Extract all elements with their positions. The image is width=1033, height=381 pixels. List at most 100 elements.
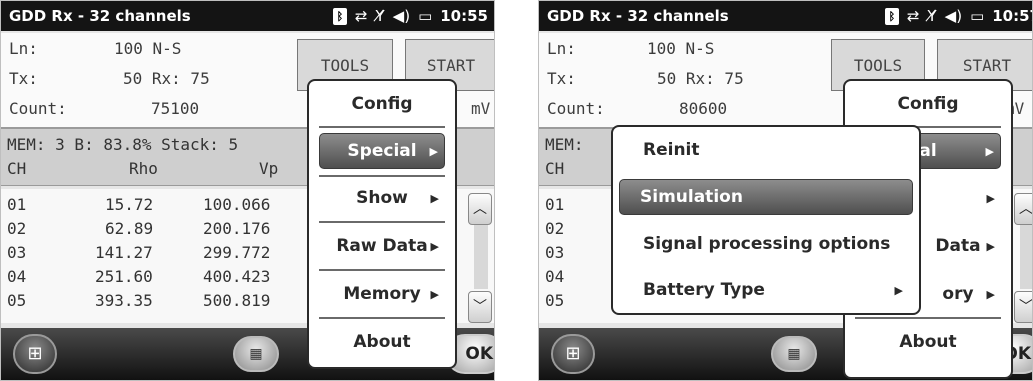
battery-icon: ▭ [418, 7, 433, 25]
chevron-right-icon: ▶ [430, 191, 439, 205]
tx-value: 50 Rx: 75 [657, 69, 744, 88]
scrollbar-track[interactable] [1020, 225, 1032, 289]
windows-start-button[interactable]: ⊞ [551, 334, 595, 374]
menu-item-label: Memory [343, 284, 421, 304]
row-vp: 500.819 [203, 291, 271, 310]
sync-icon: ⇄ [354, 7, 368, 25]
chevron-right-icon: ▶ [986, 287, 995, 301]
scroll-down-button[interactable]: ﹀ [468, 291, 492, 323]
chevron-right-icon: ▶ [986, 191, 995, 205]
status-bar: GDD Rx - 32 channels ᛒ ⇄ Y̸ ◀) ▭ 10:57 [539, 1, 1032, 31]
row-ch: 03 [7, 243, 27, 262]
tools-menu: Config Special ▶ Show ▶ Raw Data ▶ Memor… [307, 79, 457, 369]
row-vp: 299.772 [203, 243, 271, 262]
ln-label: Ln: [547, 39, 576, 58]
speaker-icon: ◀) [392, 7, 411, 25]
ln-label: Ln: [9, 39, 38, 58]
menu-item-label: Battery Type [643, 280, 765, 300]
submenu-item-battery-type[interactable]: Battery Type ▶ [623, 273, 909, 307]
menu-separator [319, 317, 445, 319]
menu-item-config[interactable]: Config [319, 87, 445, 121]
menu-separator [319, 175, 445, 177]
row-rho: 393.35 [95, 291, 153, 310]
menu-separator [319, 269, 445, 271]
battery-icon: ▭ [970, 7, 985, 25]
mv-label: mV [471, 99, 491, 118]
column-header-ch: CH [545, 159, 565, 178]
tx-label: Tx: [9, 69, 38, 88]
menu-item-raw-data[interactable]: Raw Data ▶ [319, 229, 445, 263]
chevron-right-icon: ▶ [429, 144, 438, 158]
tx-label: Tx: [547, 69, 576, 88]
row-ch: 05 [545, 291, 565, 310]
chevron-right-icon: ▶ [430, 287, 439, 301]
status-bar: GDD Rx - 32 channels ᛒ ⇄ Y̸ ◀) ▭ 10:55 [1, 1, 494, 31]
memory-summary: MEM: [545, 135, 584, 154]
menu-item-label: Data [935, 236, 981, 256]
device-screen-right: GDD Rx - 32 channels ᛒ ⇄ Y̸ ◀) ▭ 10:57 L… [538, 0, 1033, 381]
windows-start-button[interactable]: ⊞ [13, 334, 57, 374]
count-label: Count: [547, 99, 605, 118]
row-ch: 02 [7, 219, 27, 238]
scroll-up-button[interactable]: ︿ [1014, 193, 1032, 225]
submenu-item-simulation[interactable]: Simulation [619, 179, 913, 215]
row-ch: 04 [545, 267, 565, 286]
scroll-down-button[interactable]: ﹀ [1014, 291, 1032, 323]
row-rho: 15.72 [105, 195, 154, 214]
clock: 10:55 [440, 7, 488, 25]
signal-off-icon: Y̸ [375, 7, 385, 25]
scrollbar-track[interactable] [474, 225, 488, 289]
row-rho: 251.60 [95, 267, 153, 286]
scroll-up-button[interactable]: ︿ [468, 193, 492, 225]
app-title: GDD Rx - 32 channels [9, 7, 191, 25]
menu-item-about[interactable]: About [319, 325, 445, 359]
chevron-right-icon: ▶ [986, 239, 995, 253]
ln-value: 100 N-S [647, 39, 715, 58]
bluetooth-icon: ᛒ [884, 7, 899, 25]
menu-item-show[interactable]: Show ▶ [319, 181, 445, 215]
bluetooth-icon: ᛒ [332, 7, 347, 25]
clock: 10:57 [992, 7, 1032, 25]
row-vp: 100.066 [203, 195, 271, 214]
row-ch: 03 [545, 243, 565, 262]
column-header-vp: Vp [259, 159, 279, 178]
menu-separator [319, 126, 445, 128]
menu-item-label: ory [942, 284, 974, 304]
row-ch: 01 [545, 195, 565, 214]
memory-summary: MEM: 3 B: 83.8% Stack: 5 [7, 135, 239, 154]
column-header-ch: CH [7, 159, 27, 178]
special-submenu: Reinit Simulation Signal processing opti… [611, 125, 921, 315]
speaker-icon: ◀) [944, 7, 963, 25]
menu-item-about[interactable]: About [855, 325, 1001, 359]
keyboard-button[interactable]: ▦ [233, 336, 279, 372]
row-vp: 200.176 [203, 219, 271, 238]
row-ch: 01 [7, 195, 27, 214]
count-value: 80600 [679, 99, 728, 118]
keyboard-button[interactable]: ▦ [771, 336, 817, 372]
chevron-right-icon: ▶ [985, 144, 994, 158]
menu-item-special[interactable]: Special ▶ [319, 133, 445, 169]
menu-separator [319, 221, 445, 223]
menu-item-label: Show [356, 188, 408, 208]
ln-value: 100 N-S [114, 39, 182, 58]
row-ch: 05 [7, 291, 27, 310]
row-vp: 400.423 [203, 267, 271, 286]
column-header-rho: Rho [129, 159, 158, 178]
submenu-item-reinit[interactable]: Reinit [623, 133, 909, 167]
menu-item-label: al [919, 141, 937, 161]
signal-off-icon: Y̸ [927, 7, 937, 25]
tx-value: 50 Rx: 75 [123, 69, 210, 88]
count-label: Count: [9, 99, 67, 118]
menu-item-config[interactable]: Config [855, 87, 1001, 121]
chevron-right-icon: ▶ [430, 239, 439, 253]
menu-separator [855, 317, 1001, 319]
menu-item-label: Raw Data [336, 236, 428, 256]
menu-item-memory[interactable]: Memory ▶ [319, 277, 445, 311]
submenu-item-signal-processing[interactable]: Signal processing options [623, 227, 909, 261]
row-rho: 141.27 [95, 243, 153, 262]
row-ch: 04 [7, 267, 27, 286]
device-screen-left: GDD Rx - 32 channels ᛒ ⇄ Y̸ ◀) ▭ 10:55 L… [0, 0, 495, 381]
row-ch: 02 [545, 219, 565, 238]
chevron-right-icon: ▶ [894, 283, 903, 297]
count-value: 75100 [151, 99, 200, 118]
